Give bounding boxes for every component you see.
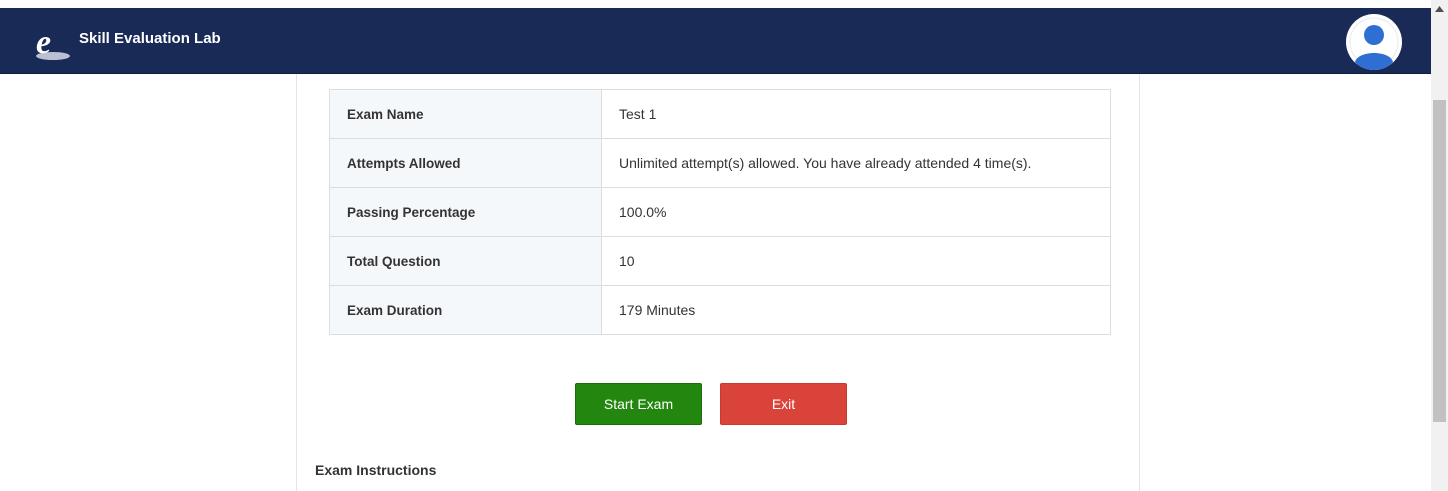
- exam-info-table: Exam Name Test 1 Attempts Allowed Unlimi…: [329, 89, 1111, 335]
- exam-panel: Exam Name Test 1 Attempts Allowed Unlimi…: [296, 74, 1140, 491]
- brand-title[interactable]: Skill Evaluation Lab: [79, 30, 221, 47]
- attempts-allowed-label: Attempts Allowed: [329, 138, 602, 188]
- exam-name-value: Test 1: [601, 89, 1111, 139]
- exam-instructions-heading: Exam Instructions: [315, 462, 437, 478]
- top-navbar: e Skill Evaluation Lab: [0, 8, 1431, 74]
- scroll-up-arrow-icon[interactable]: [1431, 0, 1448, 17]
- table-row: Total Question 10: [329, 236, 1111, 286]
- passing-percentage-label: Passing Percentage: [329, 187, 602, 237]
- table-row: Attempts Allowed Unlimited attempt(s) al…: [329, 138, 1111, 188]
- exam-duration-label: Exam Duration: [329, 285, 602, 335]
- table-row: Exam Duration 179 Minutes: [329, 285, 1111, 335]
- passing-percentage-value: 100.0%: [601, 187, 1111, 237]
- e-logo-icon[interactable]: e: [33, 22, 73, 62]
- svg-text:e: e: [36, 24, 51, 61]
- attempts-allowed-value: Unlimited attempt(s) allowed. You have a…: [601, 138, 1111, 188]
- user-avatar-icon[interactable]: [1346, 14, 1402, 70]
- top-strip: [0, 0, 1431, 8]
- vertical-scrollbar[interactable]: [1431, 0, 1448, 491]
- scrollbar-thumb[interactable]: [1433, 100, 1446, 422]
- table-row: Passing Percentage 100.0%: [329, 187, 1111, 237]
- exit-button[interactable]: Exit: [720, 383, 847, 425]
- exam-duration-value: 179 Minutes: [601, 285, 1111, 335]
- exam-name-label: Exam Name: [329, 89, 602, 139]
- total-question-label: Total Question: [329, 236, 602, 286]
- table-row: Exam Name Test 1: [329, 89, 1111, 139]
- start-exam-button[interactable]: Start Exam: [575, 383, 702, 425]
- total-question-value: 10: [601, 236, 1111, 286]
